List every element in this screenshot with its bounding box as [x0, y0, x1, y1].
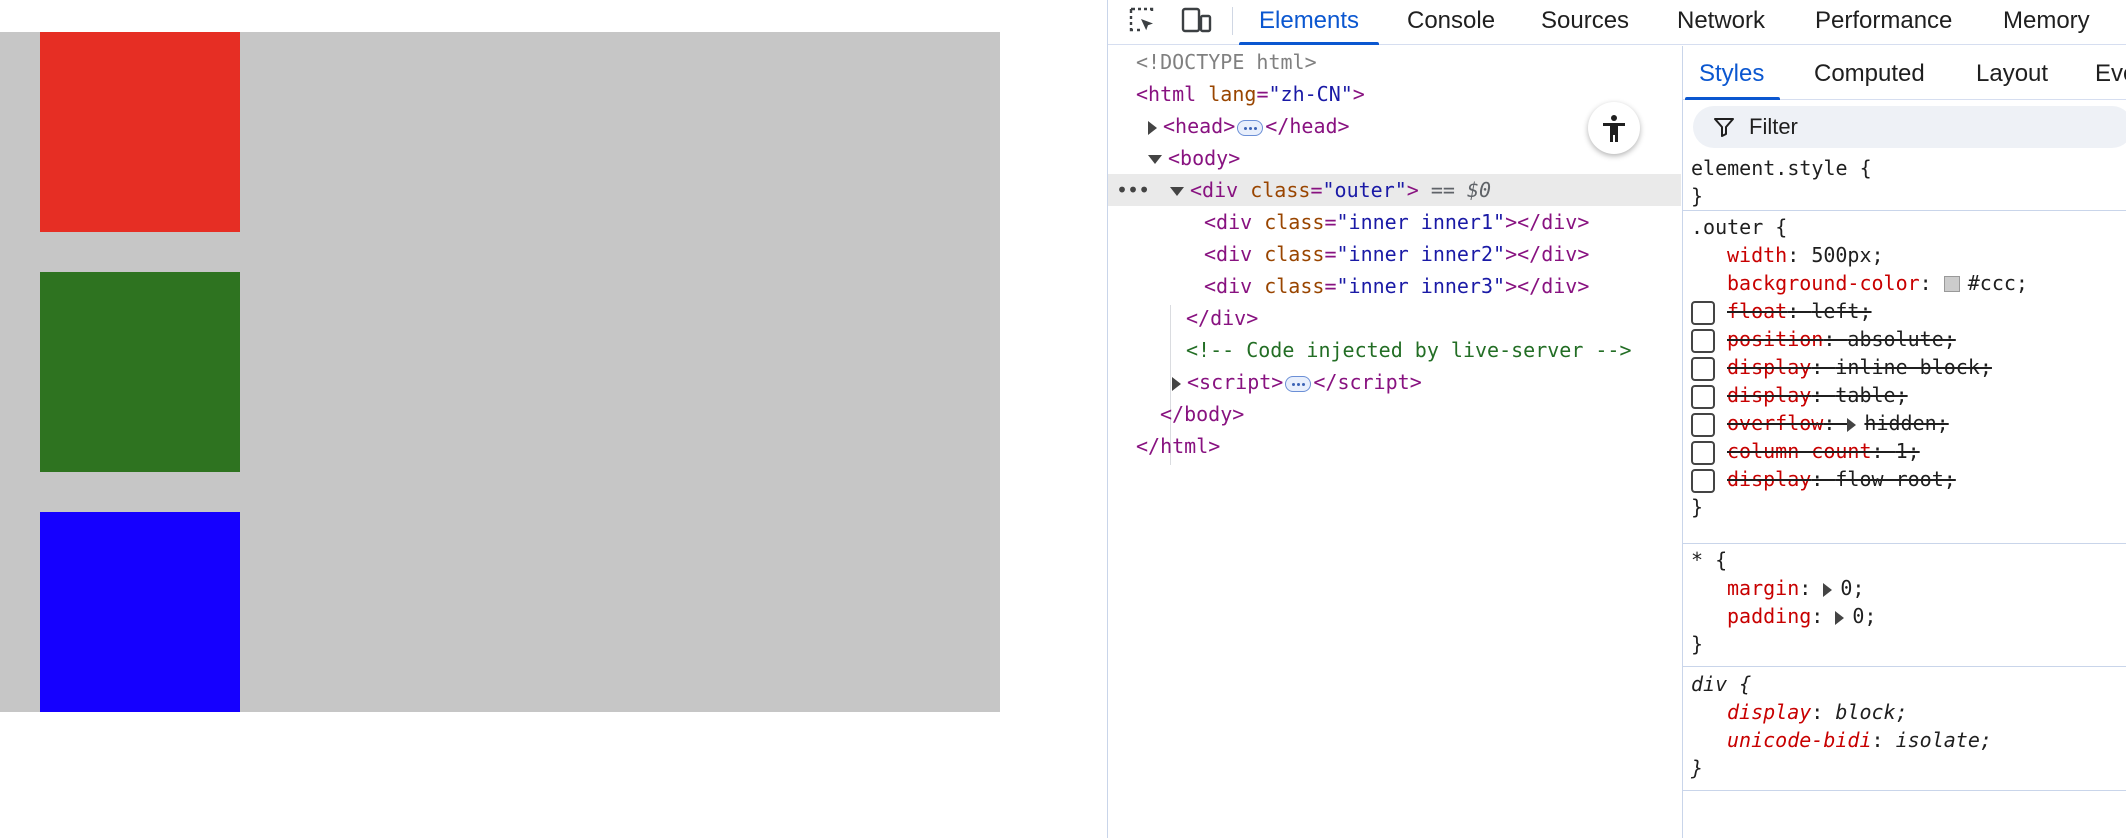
html-tag: html: [1148, 82, 1197, 106]
inspect-element-icon[interactable]: [1126, 4, 1160, 38]
property-checkbox[interactable]: [1691, 385, 1715, 409]
property-checkbox[interactable]: [1691, 413, 1715, 437]
dom-body-close[interactable]: </body>: [1108, 398, 1681, 430]
dom-doctype[interactable]: <!DOCTYPE html>: [1108, 46, 1681, 78]
screen: Elements Console Sources Network Perform…: [0, 0, 2126, 838]
prop-display-inline-block-disabled[interactable]: display: inline-block;: [1683, 353, 2126, 381]
inner-box-green: [40, 272, 240, 472]
expand-arrow-icon[interactable]: [1172, 376, 1181, 391]
rule-divider: [1683, 790, 2126, 791]
property-checkbox[interactable]: [1691, 441, 1715, 465]
rule-divider: [1683, 543, 2126, 544]
tab-elements[interactable]: Elements: [1238, 0, 1380, 45]
device-toolbar-icon[interactable]: [1180, 4, 1214, 38]
accessibility-tree-button[interactable]: [1588, 102, 1640, 154]
tab-memory[interactable]: Memory: [2003, 0, 2090, 45]
prop-display-flow-root-disabled[interactable]: display: flow-root;: [1683, 465, 2126, 493]
script-tag: script: [1199, 370, 1272, 394]
filter-icon: [1714, 118, 1734, 137]
inner-box-blue: [40, 512, 240, 712]
styles-subtabs: Styles Computed Layout Eve: [1683, 46, 2126, 100]
rule-divider: [1683, 666, 2126, 667]
tab-event-listeners[interactable]: Eve: [2095, 46, 2126, 100]
rule-selector[interactable]: .outer {: [1691, 213, 1787, 241]
collapse-arrow-icon[interactable]: [1170, 187, 1184, 196]
prop-float-disabled[interactable]: float: left;: [1683, 297, 2126, 325]
expand-shorthand-icon[interactable]: [1823, 582, 1833, 597]
prop-unicode-bidi-ua: unicode-bidi: isolate;: [1727, 728, 1992, 752]
dom-inner3[interactable]: <div class="inner inner3"></div>: [1108, 270, 1681, 302]
property-checkbox[interactable]: [1691, 301, 1715, 325]
tab-layout[interactable]: Layout: [1976, 46, 2048, 100]
color-swatch[interactable]: [1943, 276, 1960, 292]
dom-script[interactable]: <script> </script>: [1108, 366, 1681, 398]
more-options-icon[interactable]: •••: [1116, 174, 1150, 206]
dom-inner1[interactable]: <div class="inner inner1"></div>: [1108, 206, 1681, 238]
collapsed-content-badge[interactable]: [1237, 119, 1264, 136]
dom-tree: <!DOCTYPE html> <html lang="zh-CN"> <hea…: [1108, 46, 1681, 838]
rule-divider: [1683, 210, 2126, 211]
tab-performance[interactable]: Performance: [1815, 0, 1952, 45]
selected-node-marker: == $0: [1430, 178, 1492, 202]
html-lang-attr: lang: [1208, 82, 1257, 106]
dom-outer-div-selected[interactable]: ••• <div class="outer"> == $0: [1108, 174, 1681, 206]
dom-html-open[interactable]: <html lang="zh-CN">: [1108, 78, 1681, 110]
devtools-panel: Elements Console Sources Network Perform…: [1107, 0, 2126, 838]
styles-filter-input[interactable]: Filter: [1693, 106, 2126, 148]
prop-padding[interactable]: padding: 0;: [1727, 602, 1876, 630]
collapse-arrow-icon[interactable]: [1148, 155, 1162, 164]
devtools-toolbar: Elements Console Sources Network Perform…: [1108, 0, 2126, 45]
inner-box-red: [40, 32, 240, 232]
dom-html-close[interactable]: </html>: [1108, 430, 1681, 462]
tab-styles[interactable]: Styles: [1684, 46, 1781, 100]
tab-sources[interactable]: Sources: [1541, 0, 1629, 45]
tab-network[interactable]: Network: [1677, 0, 1765, 45]
head-tag: head: [1175, 114, 1224, 138]
expand-shorthand-icon[interactable]: [1847, 417, 1857, 432]
accessibility-icon: [1603, 115, 1625, 142]
tab-computed[interactable]: Computed: [1814, 46, 1925, 100]
property-checkbox[interactable]: [1691, 469, 1715, 493]
prop-background-color[interactable]: background-color: #ccc;: [1727, 269, 2028, 297]
property-checkbox[interactable]: [1691, 329, 1715, 353]
prop-position-disabled[interactable]: position: absolute;: [1683, 325, 2126, 353]
styles-pane: Styles Computed Layout Eve Filter elemen…: [1682, 46, 2126, 838]
prop-width[interactable]: width: 500px;: [1727, 241, 1884, 269]
dom-inner2[interactable]: <div class="inner inner2"></div>: [1108, 238, 1681, 270]
page-preview: [0, 0, 1107, 838]
property-checkbox[interactable]: [1691, 357, 1715, 381]
collapsed-content-badge[interactable]: [1285, 375, 1312, 392]
body-tag: body: [1180, 146, 1229, 170]
prop-display-table-disabled[interactable]: display: table;: [1683, 381, 2126, 409]
html-lang-value: "zh-CN": [1268, 82, 1353, 106]
expand-shorthand-icon[interactable]: [1835, 610, 1845, 625]
prop-overflow-disabled[interactable]: overflow: hidden;: [1683, 409, 2126, 437]
filter-placeholder: Filter: [1749, 114, 1798, 139]
expand-arrow-icon[interactable]: [1148, 120, 1157, 135]
dom-comment[interactable]: <!-- Code injected by live-server -->: [1108, 334, 1681, 366]
prop-column-count-disabled[interactable]: column-count: 1;: [1683, 437, 2126, 465]
tab-console[interactable]: Console: [1407, 0, 1495, 45]
toolbar-divider: [1232, 7, 1233, 35]
outer-box: [0, 32, 1000, 712]
dom-outer-div-close[interactable]: </div>: [1108, 302, 1681, 334]
rule-selector: div {: [1691, 672, 1752, 696]
prop-display-ua: display: block;: [1727, 700, 1908, 724]
rule-selector[interactable]: element.style {: [1691, 154, 1872, 182]
prop-margin[interactable]: margin: 0;: [1727, 574, 1864, 602]
rule-selector[interactable]: * {: [1691, 546, 1727, 574]
